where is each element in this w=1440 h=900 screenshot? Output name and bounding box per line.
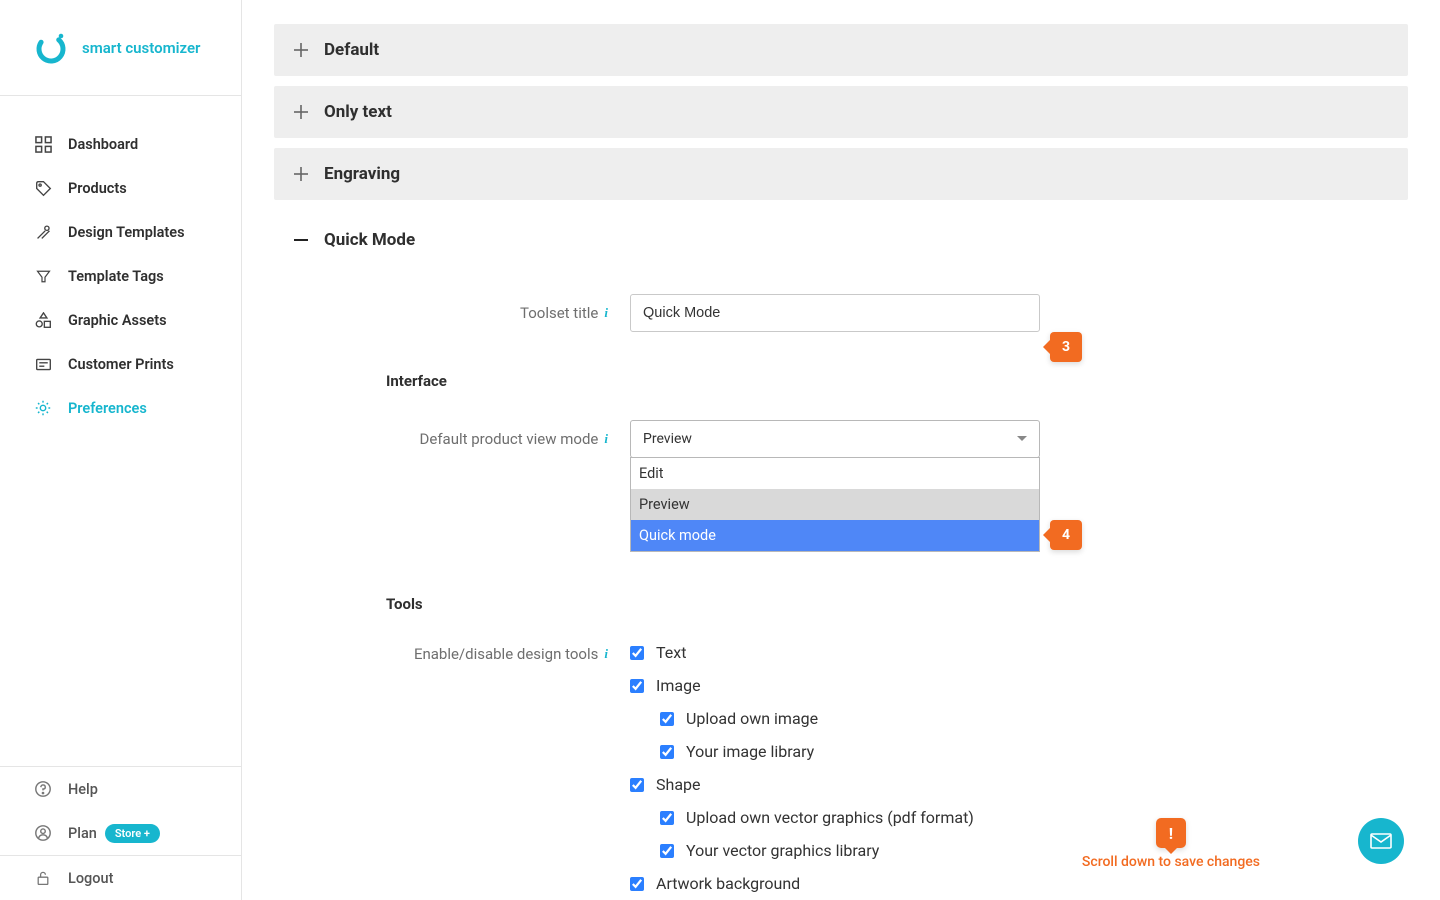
plus-icon <box>292 41 310 59</box>
row-view-mode: Default product view mode i Preview Edit… <box>330 420 1108 555</box>
nav-label: Products <box>68 180 127 197</box>
accordion-quick-mode: Quick Mode Toolset title i 3 Interface <box>274 210 1408 900</box>
sidebar-item-preferences[interactable]: Preferences <box>0 386 241 430</box>
label-enable-tools: Enable/disable design tools i <box>330 643 630 663</box>
accordion-default[interactable]: Default <box>274 24 1408 76</box>
callout-4: 4 <box>1050 520 1082 550</box>
nav-label: Customer Prints <box>68 356 174 373</box>
nav-label: Plan <box>68 825 97 842</box>
sidebar-item-products[interactable]: Products <box>0 166 241 210</box>
nav-label: Preferences <box>68 400 147 417</box>
checkbox-image-library[interactable] <box>660 745 674 759</box>
row-toolset-title: Toolset title i 3 <box>330 294 1108 332</box>
help-icon <box>32 780 54 798</box>
plus-icon <box>292 165 310 183</box>
check-image: Image <box>630 676 1108 695</box>
section-tools: Tools <box>386 595 1108 613</box>
sidebar-item-graphic-assets[interactable]: Graphic Assets <box>0 298 241 342</box>
chevron-down-icon <box>1017 436 1027 446</box>
logo-text: smart customizer <box>82 39 200 57</box>
info-icon[interactable]: i <box>604 431 608 447</box>
check-text: Text <box>630 643 1108 662</box>
option-preview[interactable]: Preview <box>631 489 1039 520</box>
alert-icon: ! <box>1156 818 1186 848</box>
sidebar: smart customizer Dashboard Products Desi… <box>0 0 242 900</box>
shapes-icon <box>32 312 54 329</box>
callout-3: 3 <box>1050 332 1082 362</box>
main-content: Default Only text Engraving Quick Mode <box>242 0 1440 900</box>
accordion-title: Engraving <box>324 164 400 184</box>
checkbox-image[interactable] <box>630 679 644 693</box>
accordion-only-text[interactable]: Only text <box>274 86 1408 138</box>
scroll-hint-text: Scroll down to save changes <box>1082 854 1260 870</box>
tool-checklist: Text Image Upload own image <box>630 643 1108 893</box>
row-enable-tools: Enable/disable design tools i Text Image <box>330 643 1108 900</box>
section-interface: Interface <box>386 372 1108 390</box>
nav-label: Dashboard <box>68 136 138 153</box>
nav-label: Help <box>68 781 98 798</box>
view-mode-dropdown: Edit Preview Quick mode <box>630 457 1040 552</box>
info-icon[interactable]: i <box>604 646 608 662</box>
plan-badge: Store + <box>105 824 160 843</box>
check-vector-library: Your vector graphics library <box>660 841 1108 860</box>
checkbox-upload-image[interactable] <box>660 712 674 726</box>
view-mode-select[interactable]: Preview <box>630 420 1040 458</box>
accordion-title: Quick Mode <box>324 230 415 250</box>
select-value: Preview <box>643 431 692 447</box>
check-upload-vector: Upload own vector graphics (pdf format) <box>660 808 1108 827</box>
prints-icon <box>32 356 54 373</box>
tools-icon <box>32 224 54 241</box>
option-edit[interactable]: Edit <box>631 458 1039 489</box>
check-image-library: Your image library <box>660 742 1108 761</box>
sidebar-item-dashboard[interactable]: Dashboard <box>0 122 241 166</box>
check-upload-image: Upload own image <box>660 709 1108 728</box>
sidebar-item-plan[interactable]: Plan Store + <box>0 811 241 855</box>
accordion-header[interactable]: Quick Mode <box>274 210 1408 270</box>
nav-label: Design Templates <box>68 224 185 241</box>
checkbox-upload-vector[interactable] <box>660 811 674 825</box>
info-icon[interactable]: i <box>604 305 608 321</box>
scroll-hint: ! Scroll down to save changes <box>1082 818 1260 870</box>
logo-icon <box>34 31 68 65</box>
checkbox-vector-library[interactable] <box>660 844 674 858</box>
check-artwork-bg: Artwork background <box>630 874 1108 893</box>
check-shape: Shape <box>630 775 1108 794</box>
sidebar-item-customer-prints[interactable]: Customer Prints <box>0 342 241 386</box>
nav-label: Graphic Assets <box>68 312 167 329</box>
funnel-icon <box>32 269 54 284</box>
nav-label: Template Tags <box>68 268 164 285</box>
chat-button[interactable] <box>1358 818 1404 864</box>
checkbox-text[interactable] <box>630 646 644 660</box>
dashboard-icon <box>32 136 54 153</box>
accordion-engraving[interactable]: Engraving <box>274 148 1408 200</box>
option-quick-mode[interactable]: Quick mode <box>631 520 1039 551</box>
tag-icon <box>32 180 54 197</box>
user-icon <box>32 824 54 842</box>
sidebar-item-design-templates[interactable]: Design Templates <box>0 210 241 254</box>
mail-icon <box>1370 833 1392 849</box>
sidebar-item-template-tags[interactable]: Template Tags <box>0 254 241 298</box>
sidebar-item-help[interactable]: Help <box>0 767 241 811</box>
nav: Dashboard Products Design Templates Temp… <box>0 96 241 766</box>
nav-label: Logout <box>68 870 113 887</box>
gear-icon <box>32 399 54 417</box>
sidebar-bottom: Help Plan Store + Logout <box>0 766 241 900</box>
toolset-title-input[interactable] <box>630 294 1040 332</box>
plus-icon <box>292 103 310 121</box>
accordion-title: Default <box>324 40 379 60</box>
label-toolset-title: Toolset title i <box>330 304 630 322</box>
minus-icon <box>292 231 310 249</box>
sidebar-item-logout[interactable]: Logout <box>0 856 241 900</box>
lock-icon <box>32 870 54 886</box>
checkbox-artwork-bg[interactable] <box>630 877 644 891</box>
accordion-title: Only text <box>324 102 392 122</box>
logo[interactable]: smart customizer <box>0 0 241 96</box>
label-view-mode: Default product view mode i <box>330 420 630 458</box>
checkbox-shape[interactable] <box>630 778 644 792</box>
